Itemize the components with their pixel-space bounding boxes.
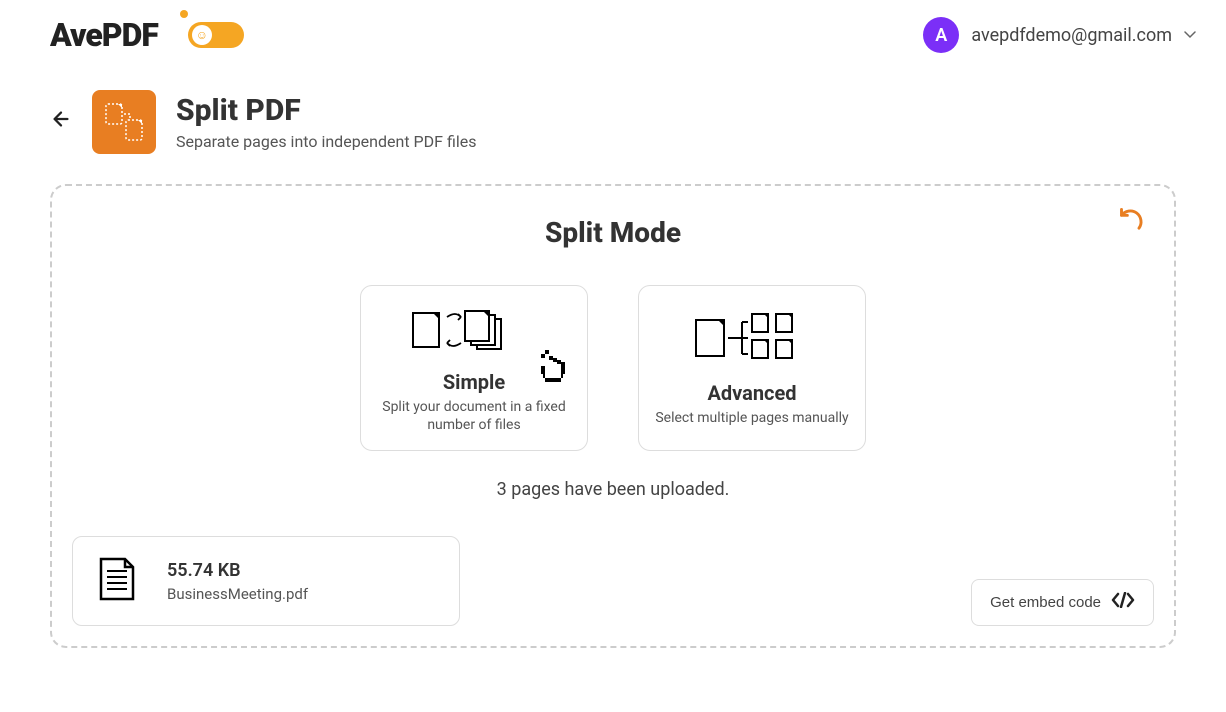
tool-info: Split PDF Separate pages into independen… [176,93,476,151]
file-card[interactable]: 55.74 KB BusinessMeeting.pdf [72,536,460,626]
cursor-icon [533,344,577,398]
embed-code-button[interactable]: Get embed code [971,579,1154,626]
logo[interactable]: AvePDF [50,16,158,54]
mode-simple-desc: Split your document in a fixed number of… [377,398,571,434]
mode-simple-title: Simple [443,370,505,394]
header-left: AvePDF ☺ [50,16,244,54]
mode-options: Simple Split your document in a fixed nu… [72,285,1154,451]
page-subtitle: Separate pages into independent PDF file… [176,132,476,151]
toggle-notification-dot [180,10,188,18]
mode-advanced-desc: Select multiple pages manually [655,409,848,427]
theme-toggle-wrapper: ☺ [188,22,244,48]
file-size: 55.74 KB [167,560,308,581]
split-pdf-icon [92,90,156,154]
panel-footer: 55.74 KB BusinessMeeting.pdf Get embed c… [72,536,1154,626]
logo-text: AvePDF [50,16,158,54]
chevron-down-icon [1184,28,1196,42]
main-panel: Split Mode Simple Split your document [50,184,1176,648]
embed-label: Get embed code [990,594,1101,611]
theme-toggle[interactable]: ☺ [188,22,244,48]
user-menu[interactable]: A avepdfdemo@gmail.com [923,17,1196,53]
header: AvePDF ☺ A avepdfdemo@gmail.com [0,0,1226,70]
mode-simple[interactable]: Simple Split your document in a fixed nu… [360,285,588,451]
avatar: A [923,17,959,53]
undo-button[interactable] [1118,206,1146,238]
upload-info: 3 pages have been uploaded. [72,479,1154,500]
file-info: 55.74 KB BusinessMeeting.pdf [167,560,308,603]
toggle-handle: ☺ [192,25,212,45]
user-email: avepdfdemo@gmail.com [971,25,1172,46]
tool-header: Split PDF Separate pages into independen… [0,70,1226,184]
panel-title: Split Mode [72,216,1154,249]
document-icon [97,555,137,607]
code-icon [1111,592,1135,613]
simple-mode-icon [409,302,539,358]
mode-advanced-title: Advanced [707,381,796,405]
avatar-letter: A [935,25,947,46]
advanced-mode-icon [692,309,812,369]
mode-advanced[interactable]: Advanced Select multiple pages manually [638,285,866,451]
smiley-icon: ☺ [196,28,208,42]
file-name: BusinessMeeting.pdf [167,585,308,603]
page-title: Split PDF [176,93,476,128]
back-button[interactable] [50,108,72,136]
